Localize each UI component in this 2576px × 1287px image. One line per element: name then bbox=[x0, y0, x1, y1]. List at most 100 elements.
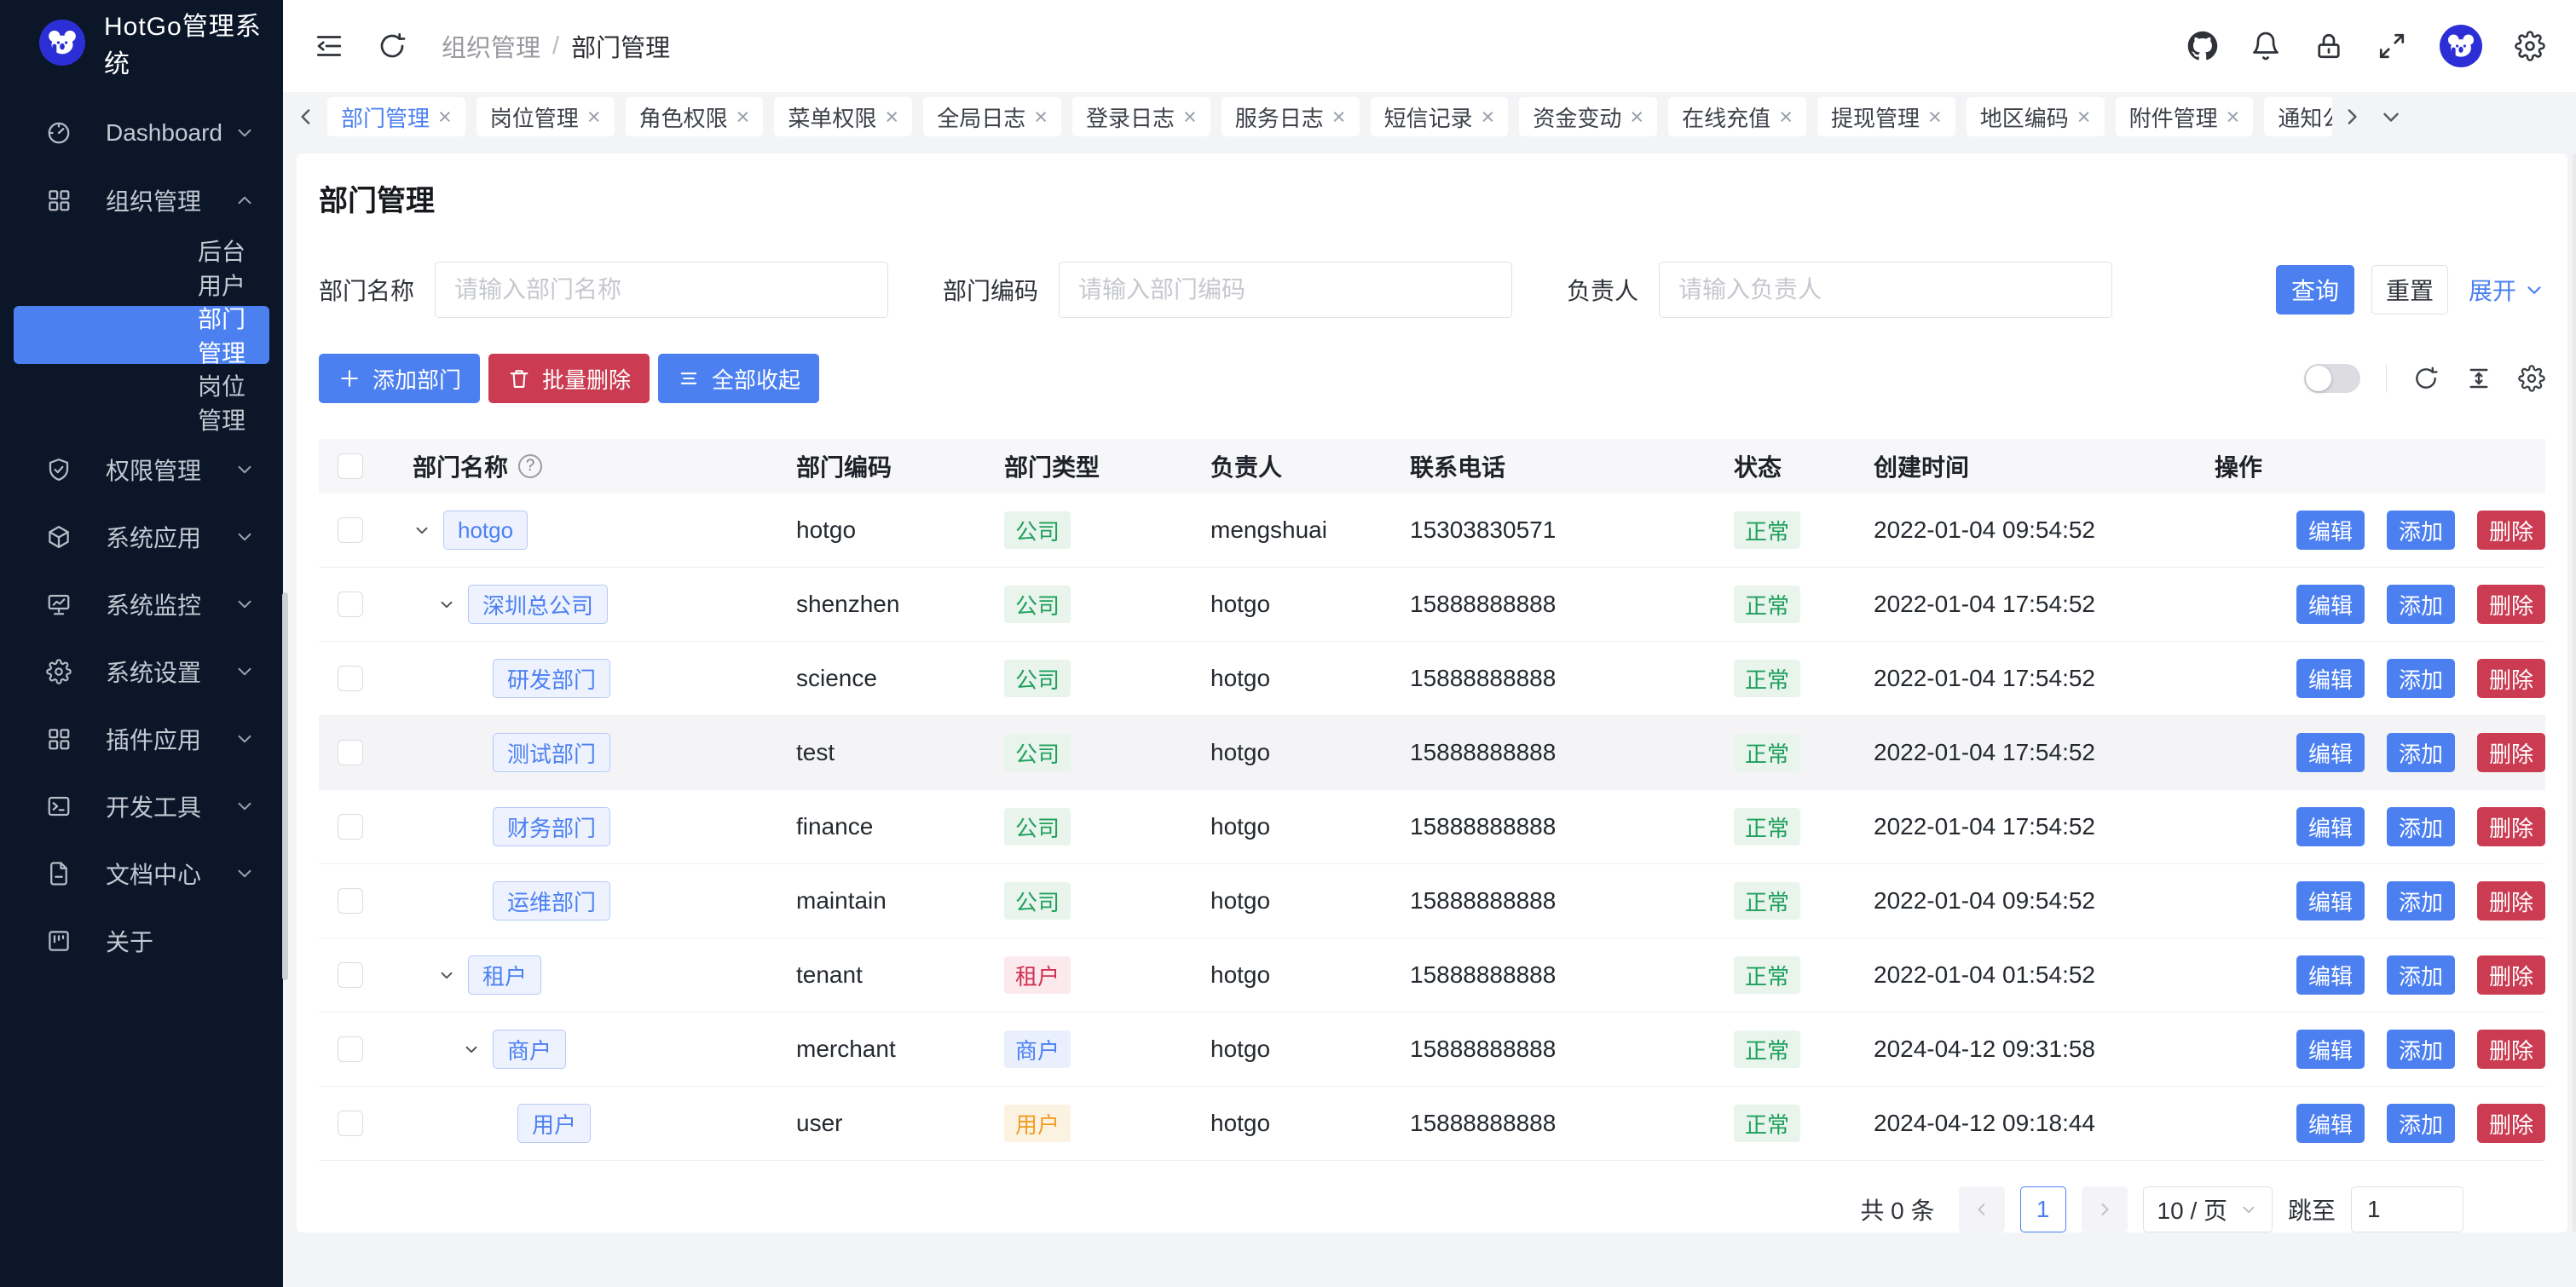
department-name-tag[interactable]: 测试部门 bbox=[493, 733, 610, 772]
tab-notice[interactable]: 通知公告× bbox=[2264, 97, 2332, 136]
close-icon[interactable]: × bbox=[1034, 106, 1048, 129]
tab-service-log[interactable]: 服务日志× bbox=[1222, 97, 1360, 136]
select-all-checkbox[interactable] bbox=[338, 453, 363, 479]
tab-department[interactable]: 部门管理× bbox=[327, 97, 465, 136]
sidebar-item-post[interactable]: 岗位管理 bbox=[14, 373, 269, 431]
delete-button[interactable]: 删除 bbox=[2477, 955, 2545, 995]
reload-table-icon[interactable] bbox=[2412, 365, 2440, 392]
expand-toggle[interactable]: 展开 bbox=[2469, 273, 2545, 307]
department-name-tag[interactable]: 租户 bbox=[468, 955, 541, 995]
sidebar-item-organization[interactable]: 组织管理 bbox=[14, 171, 269, 229]
tab-menu-permission[interactable]: 菜单权限× bbox=[774, 97, 912, 136]
bell-icon[interactable] bbox=[2250, 31, 2281, 61]
sidebar-item-dev-tools[interactable]: 开发工具 bbox=[14, 777, 269, 835]
row-height-icon[interactable] bbox=[2465, 365, 2492, 392]
next-page-button[interactable] bbox=[2082, 1186, 2128, 1232]
department-name-tag[interactable]: 运维部门 bbox=[493, 881, 610, 921]
striped-toggle[interactable] bbox=[2304, 364, 2360, 393]
delete-button[interactable]: 删除 bbox=[2477, 585, 2545, 624]
sidebar-item-about[interactable]: 关于 bbox=[14, 912, 269, 970]
row-checkbox[interactable] bbox=[338, 814, 363, 840]
department-name-tag[interactable]: 财务部门 bbox=[493, 807, 610, 846]
gear-icon[interactable] bbox=[2515, 31, 2545, 61]
row-checkbox[interactable] bbox=[338, 1036, 363, 1062]
row-checkbox[interactable] bbox=[338, 1111, 363, 1136]
edit-button[interactable]: 编辑 bbox=[2296, 733, 2365, 772]
close-icon[interactable]: × bbox=[1779, 106, 1793, 129]
avatar[interactable] bbox=[2440, 25, 2482, 67]
department-name-tag[interactable]: 商户 bbox=[493, 1030, 566, 1069]
content-scrollbar[interactable] bbox=[2573, 153, 2576, 1232]
help-icon[interactable]: ? bbox=[518, 454, 542, 478]
tab-region-code[interactable]: 地区编码× bbox=[1967, 97, 2105, 136]
close-icon[interactable]: × bbox=[736, 106, 750, 129]
tab-post[interactable]: 岗位管理× bbox=[477, 97, 615, 136]
department-name-input[interactable] bbox=[435, 262, 888, 318]
add-button[interactable]: 添加 bbox=[2387, 881, 2455, 921]
sidebar-item-dashboard[interactable]: Dashboard bbox=[14, 104, 269, 162]
sidebar-item-system-app[interactable]: 系统应用 bbox=[14, 508, 269, 566]
tab-global-log[interactable]: 全局日志× bbox=[923, 97, 1061, 136]
add-button[interactable]: 添加 bbox=[2387, 1030, 2455, 1069]
sidebar-item-backend-users[interactable]: 后台用户 bbox=[14, 239, 269, 297]
department-name-tag[interactable]: 研发部门 bbox=[493, 659, 610, 698]
sidebar-item-department[interactable]: 部门管理 bbox=[14, 306, 269, 364]
edit-button[interactable]: 编辑 bbox=[2296, 659, 2365, 698]
edit-button[interactable]: 编辑 bbox=[2296, 955, 2365, 995]
close-icon[interactable]: × bbox=[1332, 106, 1346, 129]
edit-button[interactable]: 编辑 bbox=[2296, 881, 2365, 921]
github-icon[interactable] bbox=[2187, 31, 2218, 61]
tabs-scroll-left-icon[interactable] bbox=[293, 104, 319, 130]
row-checkbox[interactable] bbox=[338, 962, 363, 988]
delete-button[interactable]: 删除 bbox=[2477, 1104, 2545, 1143]
add-button[interactable]: 添加 bbox=[2387, 955, 2455, 995]
edit-button[interactable]: 编辑 bbox=[2296, 585, 2365, 624]
sidebar-item-plugins[interactable]: 插件应用 bbox=[14, 710, 269, 768]
add-department-button[interactable]: 添加部门 bbox=[319, 354, 480, 403]
tab-attachment[interactable]: 附件管理× bbox=[2116, 97, 2254, 136]
chevron-down-icon[interactable] bbox=[437, 966, 468, 984]
edit-button[interactable]: 编辑 bbox=[2296, 1030, 2365, 1069]
reset-button[interactable]: 重置 bbox=[2371, 265, 2448, 315]
sidebar-item-system-settings[interactable]: 系统设置 bbox=[14, 643, 269, 701]
row-checkbox[interactable] bbox=[338, 592, 363, 617]
chevron-down-icon[interactable] bbox=[413, 521, 443, 540]
sidebar-item-system-monitor[interactable]: 系统监控 bbox=[14, 575, 269, 633]
batch-delete-button[interactable]: 批量删除 bbox=[488, 354, 650, 403]
leader-input[interactable] bbox=[1659, 262, 2112, 318]
close-icon[interactable]: × bbox=[2077, 106, 2091, 129]
sidebar-item-permission[interactable]: 权限管理 bbox=[14, 441, 269, 499]
collapse-all-button[interactable]: 全部收起 bbox=[658, 354, 819, 403]
jump-page-input[interactable] bbox=[2351, 1186, 2463, 1232]
query-button[interactable]: 查询 bbox=[2276, 265, 2354, 315]
close-icon[interactable]: × bbox=[1928, 106, 1942, 129]
close-icon[interactable]: × bbox=[1481, 106, 1495, 129]
tab-online-recharge[interactable]: 在线充值× bbox=[1668, 97, 1806, 136]
edit-button[interactable]: 编辑 bbox=[2296, 807, 2365, 846]
tabs-menu-chevron-icon[interactable] bbox=[2378, 104, 2404, 130]
chevron-down-icon[interactable] bbox=[462, 1040, 493, 1059]
tab-role[interactable]: 角色权限× bbox=[626, 97, 764, 136]
delete-button[interactable]: 删除 bbox=[2477, 659, 2545, 698]
collapse-sidebar-icon[interactable] bbox=[314, 31, 344, 61]
edit-button[interactable]: 编辑 bbox=[2296, 1104, 2365, 1143]
close-icon[interactable]: × bbox=[2227, 106, 2240, 129]
add-button[interactable]: 添加 bbox=[2387, 1104, 2455, 1143]
tab-withdraw[interactable]: 提现管理× bbox=[1817, 97, 1955, 136]
page-number-button[interactable]: 1 bbox=[2020, 1186, 2066, 1232]
edit-button[interactable]: 编辑 bbox=[2296, 511, 2365, 550]
add-button[interactable]: 添加 bbox=[2387, 659, 2455, 698]
add-button[interactable]: 添加 bbox=[2387, 511, 2455, 550]
department-name-tag[interactable]: 深圳总公司 bbox=[468, 585, 608, 624]
close-icon[interactable]: × bbox=[438, 106, 452, 129]
department-name-tag[interactable]: hotgo bbox=[443, 511, 528, 550]
add-button[interactable]: 添加 bbox=[2387, 733, 2455, 772]
tabs-scroll-right-icon[interactable] bbox=[2339, 104, 2365, 130]
sidebar-item-docs[interactable]: 文档中心 bbox=[14, 845, 269, 903]
row-checkbox[interactable] bbox=[338, 888, 363, 914]
delete-button[interactable]: 删除 bbox=[2477, 1030, 2545, 1069]
row-checkbox[interactable] bbox=[338, 666, 363, 691]
add-button[interactable]: 添加 bbox=[2387, 807, 2455, 846]
close-icon[interactable]: × bbox=[1183, 106, 1197, 129]
close-icon[interactable]: × bbox=[885, 106, 898, 129]
